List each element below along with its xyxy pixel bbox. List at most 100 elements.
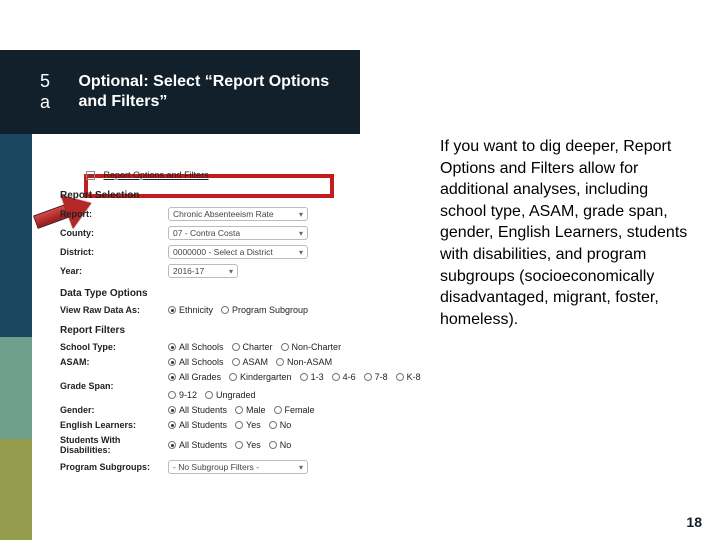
radio-option[interactable]: All Students [168, 405, 227, 415]
radio-label: Ungraded [216, 390, 256, 400]
radio-icon [269, 421, 277, 429]
chevron-down-icon: ▾ [299, 463, 303, 472]
radio-icon [168, 358, 176, 366]
radio-option[interactable]: Yes [235, 420, 261, 430]
county-label: County: [60, 228, 168, 238]
radio-label: Non-Charter [292, 342, 342, 352]
radio-option[interactable]: No [269, 420, 292, 430]
asam-radios: All Schools ASAM Non-ASAM [168, 357, 430, 367]
school-type-radios: All Schools Charter Non-Charter [168, 342, 430, 352]
chevron-down-icon: ▾ [299, 210, 303, 219]
radio-label: All Schools [179, 357, 224, 367]
grade-span-label: Grade Span: [60, 381, 168, 391]
radio-icon [276, 358, 284, 366]
view-raw-label: View Raw Data As: [60, 305, 168, 315]
radio-option[interactable]: All Grades [168, 372, 221, 382]
radio-option[interactable]: Ethnicity [168, 305, 213, 315]
radio-label: All Students [179, 440, 227, 450]
radio-icon [168, 391, 176, 399]
radio-label: Program Subgroup [232, 305, 308, 315]
radio-option[interactable]: All Schools [168, 357, 224, 367]
radio-label: 4-6 [343, 372, 356, 382]
radio-label: All Students [179, 420, 227, 430]
radio-option[interactable]: ASAM [232, 357, 269, 367]
radio-icon [168, 421, 176, 429]
radio-icon [235, 406, 243, 414]
radio-icon [168, 373, 176, 381]
radio-label: All Schools [179, 342, 224, 352]
radio-option[interactable]: All Schools [168, 342, 224, 352]
decorative-left-band [0, 134, 32, 540]
radio-icon [274, 406, 282, 414]
radio-option[interactable]: 1-3 [300, 372, 324, 382]
radio-label: 7-8 [375, 372, 388, 382]
radio-icon [205, 391, 213, 399]
radio-label: K-8 [407, 372, 421, 382]
county-select[interactable]: 07 - Contra Costa▾ [168, 226, 308, 240]
section-data-type: Data Type Options [60, 288, 430, 299]
school-type-label: School Type: [60, 342, 168, 352]
year-select[interactable]: 2016-17▾ [168, 264, 238, 278]
slide-title: Optional: Select “Report Options and Fil… [78, 72, 360, 112]
radio-option[interactable]: Program Subgroup [221, 305, 308, 315]
radio-label: Female [285, 405, 315, 415]
radio-icon [168, 343, 176, 351]
radio-icon [232, 343, 240, 351]
year-label: Year: [60, 266, 168, 276]
radio-label: Ethnicity [179, 305, 213, 315]
district-select[interactable]: 0000000 - Select a District▾ [168, 245, 308, 259]
section-report-selection: Report Selection [60, 190, 430, 201]
radio-icon [332, 373, 340, 381]
radio-icon [221, 306, 229, 314]
radio-label: All Grades [179, 372, 221, 382]
radio-icon [300, 373, 308, 381]
radio-option[interactable]: 7-8 [364, 372, 388, 382]
radio-label: Yes [246, 440, 261, 450]
slide-body-text: If you want to dig deeper, Report Option… [440, 136, 690, 330]
radio-icon [168, 406, 176, 414]
radio-option[interactable]: 9-12 [168, 390, 197, 400]
radio-icon [281, 343, 289, 351]
radio-label: Charter [243, 342, 273, 352]
chevron-down-icon: ▾ [299, 248, 303, 257]
report-select[interactable]: Chronic Absenteeism Rate▾ [168, 207, 308, 221]
report-label: Report: [60, 209, 168, 219]
radio-option[interactable]: All Students [168, 440, 227, 450]
radio-icon [168, 441, 176, 449]
radio-icon [235, 441, 243, 449]
radio-option[interactable]: Female [274, 405, 315, 415]
program-subgroups-select[interactable]: - No Subgroup Filters -▾ [168, 460, 308, 474]
radio-label: All Students [179, 405, 227, 415]
slide-header: 5 a Optional: Select “Report Options and… [0, 50, 360, 134]
grade-span-radios: All Grades Kindergarten 1-3 4-6 7-8 K-8 9-12 Un… [168, 372, 430, 400]
radio-option[interactable]: All Students [168, 420, 227, 430]
radio-label: ASAM [243, 357, 269, 367]
radio-label: Non-ASAM [287, 357, 332, 367]
gender-label: Gender: [60, 405, 168, 415]
radio-icon [168, 306, 176, 314]
radio-option[interactable]: Non-ASAM [276, 357, 332, 367]
radio-option[interactable]: Non-Charter [281, 342, 342, 352]
radio-option[interactable]: 4-6 [332, 372, 356, 382]
radio-option[interactable]: Kindergarten [229, 372, 292, 382]
radio-option[interactable]: K-8 [396, 372, 421, 382]
radio-icon [235, 421, 243, 429]
el-radios: All Students Yes No [168, 420, 430, 430]
swd-radios: All Students Yes No [168, 440, 430, 450]
radio-option[interactable]: Male [235, 405, 266, 415]
radio-icon [396, 373, 404, 381]
radio-option[interactable]: Ungraded [205, 390, 256, 400]
radio-option[interactable]: Charter [232, 342, 273, 352]
section-report-filters: Report Filters [60, 325, 430, 336]
swd-label: Students With Disabilities: [60, 435, 168, 455]
radio-label: No [280, 420, 292, 430]
radio-option[interactable]: No [269, 440, 292, 450]
radio-label: Kindergarten [240, 372, 292, 382]
report-options-screenshot: − Report Options and Filters Report Sele… [60, 170, 430, 479]
asam-label: ASAM: [60, 357, 168, 367]
program-subgroups-label: Program Subgroups: [60, 462, 168, 472]
report-options-filters-link[interactable]: Report Options and Filters [104, 170, 209, 180]
collapse-icon[interactable]: − [86, 171, 95, 180]
radio-option[interactable]: Yes [235, 440, 261, 450]
radio-icon [232, 358, 240, 366]
